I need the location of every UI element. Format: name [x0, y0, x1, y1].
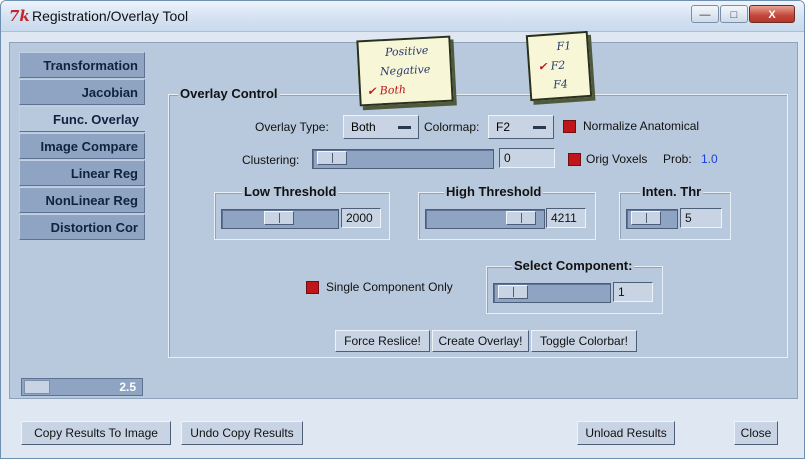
- close-button[interactable]: Close: [734, 421, 778, 445]
- clustering-label: Clustering:: [242, 153, 300, 167]
- low-threshold-value-field[interactable]: 2000: [341, 208, 381, 228]
- high-threshold-title: High Threshold: [444, 184, 544, 199]
- inten-thr-title: Inten. Thr: [640, 184, 704, 199]
- toggle-colorbar-button[interactable]: Toggle Colorbar!: [531, 330, 637, 352]
- undo-copy-button[interactable]: Undo Copy Results: [181, 421, 303, 445]
- low-threshold-title: Low Threshold: [242, 184, 339, 199]
- sidebar-item-jacobian[interactable]: Jacobian: [19, 79, 145, 105]
- high-threshold-slider-knob[interactable]: [506, 211, 536, 225]
- select-component-slider[interactable]: [493, 283, 611, 303]
- minimize-button[interactable]: —: [691, 5, 719, 23]
- app-icon: 7k: [9, 7, 30, 25]
- menu-item-both[interactable]: ✔ Both: [367, 83, 407, 98]
- low-threshold-slider[interactable]: [221, 209, 339, 229]
- single-component-checkbox[interactable]: [306, 281, 319, 294]
- unload-results-button[interactable]: Unload Results: [577, 421, 675, 445]
- prob-label: Prob:: [663, 152, 692, 166]
- sidebar-item-transformation[interactable]: Transformation: [19, 52, 145, 78]
- colormap-menu-button[interactable]: F2: [488, 115, 554, 139]
- overlay-type-popup-menu: Positive Negative ✔ Both: [356, 35, 454, 107]
- zoom-slider[interactable]: 2.5: [21, 378, 143, 396]
- prob-value: 1.0: [701, 152, 718, 166]
- high-threshold-value-field[interactable]: 4211: [546, 208, 586, 228]
- main-panel: Overlay Control Overlay Type: Both Color…: [146, 52, 794, 388]
- colormap-popup-menu: F1 ✔ F2 F4: [525, 30, 593, 102]
- select-component-title: Select Component:: [512, 258, 635, 273]
- menu-indicator-icon: [398, 126, 411, 129]
- select-component-slider-knob[interactable]: [498, 285, 528, 299]
- menu-indicator-icon: [533, 126, 546, 129]
- overlay-control-title: Overlay Control: [178, 86, 280, 101]
- single-component-label: Single Component Only: [326, 280, 453, 294]
- maximize-icon: □: [730, 9, 738, 21]
- menu-item-f2[interactable]: ✔ F2: [538, 59, 566, 74]
- colormap-value: F2: [496, 120, 511, 134]
- force-reslice-button[interactable]: Force Reslice!: [335, 330, 430, 352]
- overlay-type-value: Both: [351, 120, 376, 134]
- title-bar[interactable]: 7k Registration/Overlay Tool — □ X: [1, 1, 804, 32]
- menu-item-f1[interactable]: F1: [556, 39, 572, 53]
- orig-voxels-checkbox[interactable]: [568, 153, 581, 166]
- zoom-slider-knob[interactable]: [24, 380, 50, 394]
- menu-item-f4[interactable]: F4: [553, 77, 569, 91]
- select-component-value-field[interactable]: 1: [613, 282, 653, 302]
- menu-item-negative[interactable]: Negative: [380, 63, 431, 79]
- check-icon: ✔: [366, 84, 377, 99]
- clustering-slider[interactable]: [312, 149, 494, 169]
- sidebar-item-linear-reg[interactable]: Linear Reg: [19, 160, 145, 186]
- close-window-button[interactable]: X: [749, 5, 795, 23]
- minimize-icon: —: [699, 9, 711, 21]
- normalize-anatomical-checkbox[interactable]: [563, 120, 576, 133]
- normalize-anatomical-label: Normalize Anatomical: [583, 119, 700, 133]
- overlay-type-label: Overlay Type:: [255, 120, 329, 134]
- create-overlay-button[interactable]: Create Overlay!: [432, 330, 529, 352]
- sidebar: Transformation Jacobian Func. Overlay Im…: [19, 52, 145, 241]
- inten-thr-value-field[interactable]: 5: [680, 208, 722, 228]
- menu-item-f2-label: F2: [550, 58, 566, 73]
- high-threshold-slider[interactable]: [425, 209, 545, 229]
- sidebar-item-distortion-cor[interactable]: Distortion Cor: [19, 214, 145, 240]
- sidebar-item-image-compare[interactable]: Image Compare: [19, 133, 145, 159]
- maximize-button[interactable]: □: [720, 5, 748, 23]
- clustering-value-field[interactable]: 0: [499, 148, 555, 168]
- menu-item-positive[interactable]: Positive: [385, 44, 429, 59]
- zoom-slider-value: 2.5: [119, 380, 136, 394]
- orig-voxels-label: Orig Voxels: [586, 152, 648, 166]
- clustering-slider-knob[interactable]: [317, 151, 347, 165]
- overlay-type-menu-button[interactable]: Both: [343, 115, 419, 139]
- close-icon: X: [768, 9, 776, 21]
- sidebar-item-nonlinear-reg[interactable]: NonLinear Reg: [19, 187, 145, 213]
- check-icon: ✔: [537, 59, 548, 74]
- low-threshold-slider-knob[interactable]: [264, 211, 294, 225]
- inten-thr-slider-knob[interactable]: [631, 211, 661, 225]
- menu-item-both-label: Both: [379, 82, 407, 98]
- inten-thr-slider[interactable]: [626, 209, 678, 229]
- copy-results-button[interactable]: Copy Results To Image: [21, 421, 171, 445]
- colormap-label: Colormap:: [424, 120, 480, 134]
- app-window: 7k Registration/Overlay Tool — □ X Trans…: [0, 0, 805, 459]
- sidebar-item-func-overlay[interactable]: Func. Overlay: [19, 106, 145, 132]
- window-title: Registration/Overlay Tool: [32, 8, 189, 24]
